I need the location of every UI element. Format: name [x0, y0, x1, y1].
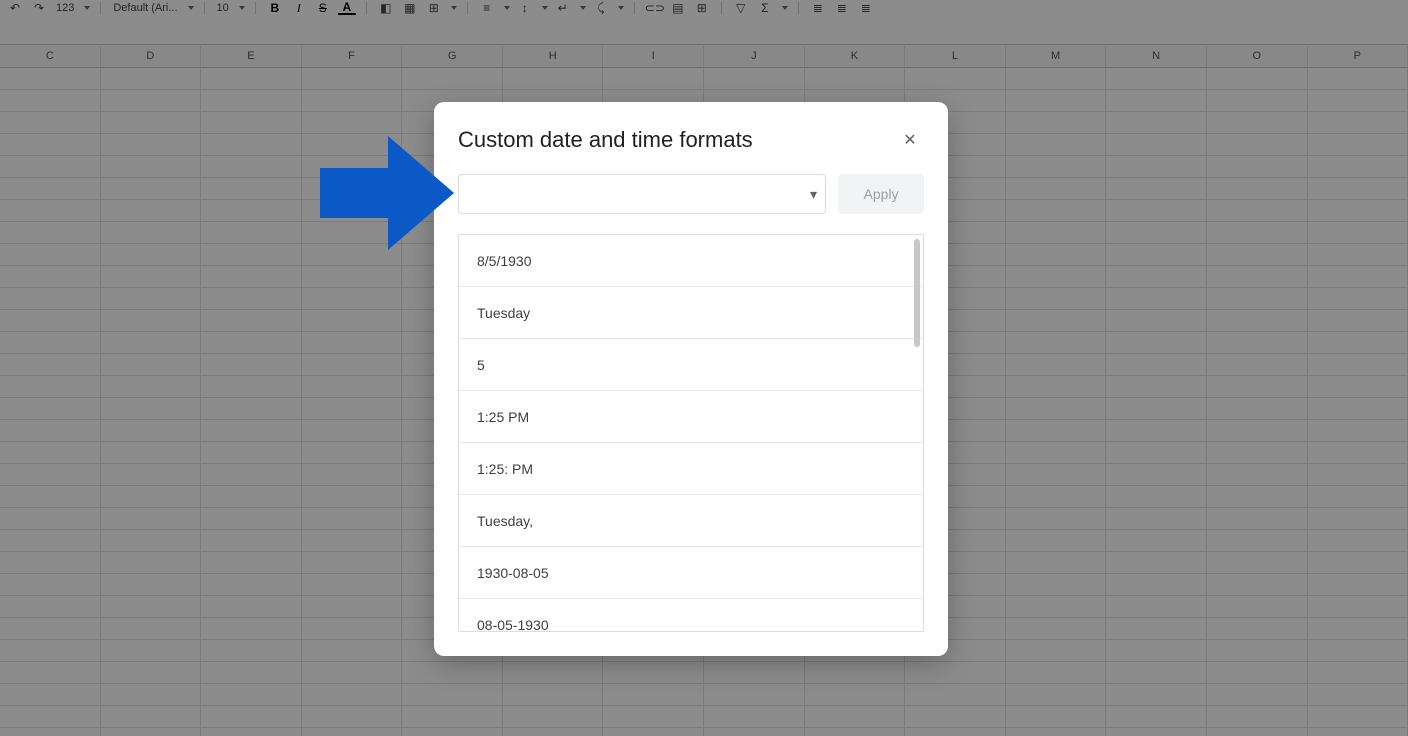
- dialog-header: Custom date and time formats ✕: [434, 102, 948, 154]
- format-option[interactable]: 1:25 PM: [459, 391, 923, 443]
- annotation-arrow: [316, 128, 456, 258]
- close-icon: ✕: [903, 130, 916, 150]
- custom-date-time-dialog: Custom date and time formats ✕ ▾ Apply 8…: [434, 102, 948, 656]
- format-option[interactable]: 08-05-1930: [459, 599, 923, 631]
- format-option[interactable]: 8/5/1930: [459, 235, 923, 287]
- format-input-text[interactable]: [469, 175, 804, 213]
- format-option[interactable]: Tuesday: [459, 287, 923, 339]
- dialog-title: Custom date and time formats: [458, 127, 753, 153]
- format-option[interactable]: 5: [459, 339, 923, 391]
- chevron-down-icon[interactable]: ▾: [804, 186, 817, 203]
- scrollbar-thumb[interactable]: [914, 239, 920, 347]
- format-input[interactable]: ▾: [458, 174, 826, 214]
- format-option[interactable]: 1930-08-05: [459, 547, 923, 599]
- format-option[interactable]: 1:25: PM: [459, 443, 923, 495]
- apply-button[interactable]: Apply: [838, 174, 924, 214]
- dialog-input-row: ▾ Apply: [434, 154, 948, 214]
- format-option[interactable]: Tuesday,: [459, 495, 923, 547]
- close-button[interactable]: ✕: [896, 126, 924, 154]
- format-list: 8/5/1930 Tuesday 5 1:25 PM 1:25: PM Tues…: [458, 234, 924, 632]
